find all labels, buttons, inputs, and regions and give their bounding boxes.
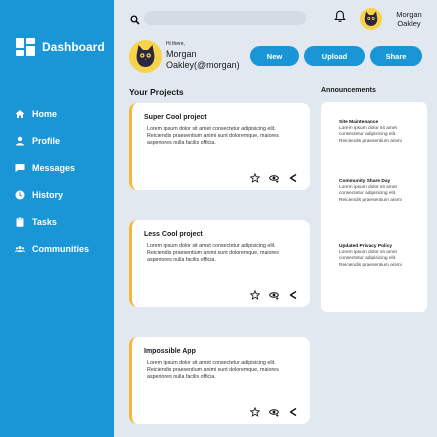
star-icon[interactable]	[250, 290, 260, 300]
project-actions	[250, 290, 298, 300]
project-card[interactable]: Less Cool project Lorem ipsum dolor sit …	[129, 220, 310, 307]
watch-icon[interactable]	[269, 173, 279, 183]
project-title: Super Cool project	[144, 114, 207, 121]
projects-heading: Your Projects	[129, 87, 184, 97]
search-icon[interactable]	[130, 12, 140, 25]
star-icon[interactable]	[250, 407, 260, 417]
group-icon	[14, 243, 25, 254]
avatar	[129, 40, 162, 73]
dashboard-icon	[16, 38, 35, 56]
clipboard-icon	[14, 216, 25, 227]
message-icon	[14, 162, 25, 173]
sidebar-item-label: Communities	[32, 243, 90, 254]
bell-icon[interactable]	[334, 10, 346, 23]
cat-avatar-icon	[364, 11, 378, 26]
clock-icon	[14, 189, 25, 200]
sidebar-item-messages[interactable]: Messages	[14, 154, 89, 181]
project-description: Lorem ipsum dolor sit amet consectetur a…	[147, 360, 279, 381]
announcement-body: Lorem ipsum dolor sit amet consectetur a…	[339, 185, 402, 203]
sidebar-item-label: Profile	[32, 135, 61, 146]
greeting-name: Morgan Oakley(@morgan)	[166, 49, 240, 70]
sidebar-item-communities[interactable]: Communities	[14, 235, 89, 262]
announcement-item[interactable]: Community Share Day Lorem ipsum dolor si…	[339, 179, 409, 204]
topbar: Morgan Oakley	[114, 0, 437, 36]
project-description: Lorem ipsum dolor sit amet consectetur a…	[147, 243, 279, 264]
project-description: Lorem ipsum dolor sit amet consectetur a…	[147, 126, 279, 147]
announcements-panel: Site Maintenance Lorem ipsum dolor sit a…	[321, 102, 427, 312]
project-card[interactable]: Impossible App Lorem ipsum dolor sit ame…	[129, 337, 310, 424]
brand[interactable]: Dashboard	[16, 38, 105, 56]
dashboard-title: Dashboard	[42, 40, 105, 54]
sidebar: Dashboard Home Profile Messages History	[0, 0, 114, 437]
sidebar-item-label: Messages	[32, 162, 76, 173]
sidebar-item-profile[interactable]: Profile	[14, 127, 89, 154]
announcements-heading: Announcements	[321, 87, 376, 94]
share-icon[interactable]	[288, 290, 298, 300]
cat-avatar-icon	[136, 45, 155, 67]
sidebar-nav: Home Profile Messages History Tasks Comm…	[14, 100, 89, 262]
greeting-label: Hi there,	[166, 41, 185, 47]
sidebar-item-label: History	[32, 189, 64, 200]
project-title: Impossible App	[144, 348, 196, 355]
new-button[interactable]: New	[250, 46, 299, 66]
share-icon[interactable]	[288, 173, 298, 183]
announcement-item[interactable]: Site Maintenance Lorem ipsum dolor sit a…	[339, 120, 409, 145]
home-icon	[14, 108, 25, 119]
user-name[interactable]: Morgan Oakley	[393, 10, 425, 28]
avatar[interactable]	[360, 8, 382, 30]
watch-icon[interactable]	[269, 290, 279, 300]
share-button[interactable]: Share	[370, 46, 422, 66]
search-input[interactable]	[144, 11, 306, 25]
watch-icon[interactable]	[269, 407, 279, 417]
project-actions	[250, 173, 298, 183]
project-card[interactable]: Super Cool project Lorem ipsum dolor sit…	[129, 103, 310, 190]
sidebar-item-label: Home	[32, 108, 58, 119]
star-icon[interactable]	[250, 173, 260, 183]
project-title: Less Cool project	[144, 231, 203, 238]
user-icon	[14, 135, 25, 146]
upload-button[interactable]: Upload	[304, 46, 365, 66]
project-actions	[250, 407, 298, 417]
sidebar-item-history[interactable]: History	[14, 181, 89, 208]
announcement-item[interactable]: Updated Privacy Policy Lorem ipsum dolor…	[339, 244, 409, 269]
announcement-body: Lorem ipsum dolor sit amet consectetur a…	[339, 250, 402, 268]
sidebar-item-tasks[interactable]: Tasks	[14, 208, 89, 235]
sidebar-item-label: Tasks	[32, 216, 57, 227]
announcement-body: Lorem ipsum dolor sit amet consectetur a…	[339, 126, 402, 144]
share-icon[interactable]	[288, 407, 298, 417]
sidebar-item-home[interactable]: Home	[14, 100, 89, 127]
